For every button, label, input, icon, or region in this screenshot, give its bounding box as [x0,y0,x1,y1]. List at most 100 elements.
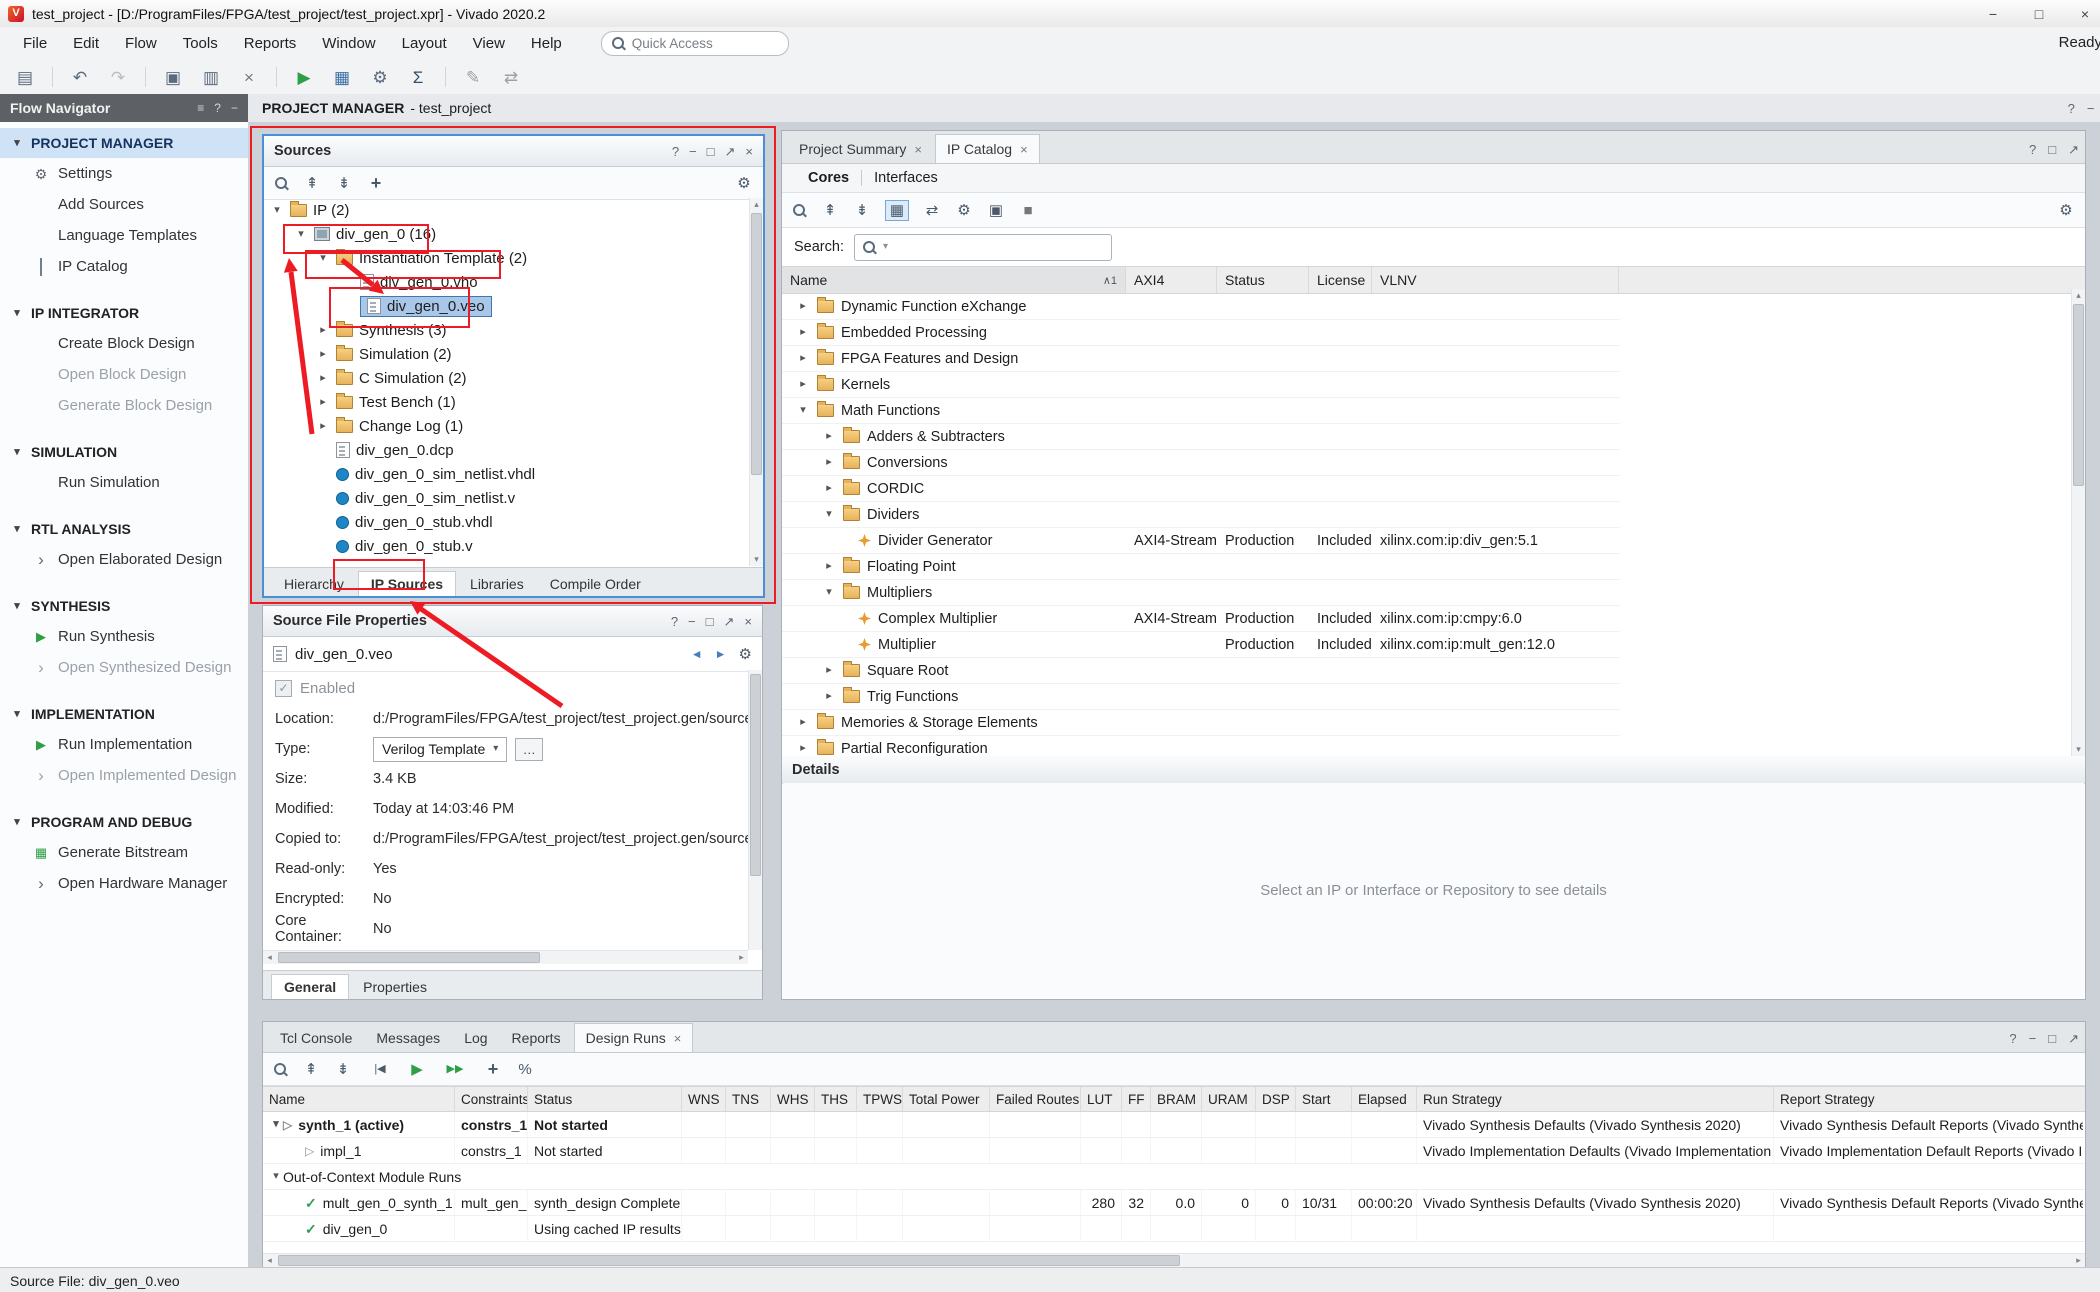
column-header-axi4[interactable]: AXI4 [1126,267,1217,293]
column-header-whs[interactable]: WHS [771,1087,815,1111]
properties-icon[interactable] [987,203,1005,218]
edit-icon[interactable] [462,69,484,86]
tree-item-c-simulation[interactable]: C Simulation (2) [264,366,749,390]
column-header-start[interactable]: Start [1296,1087,1352,1111]
tab-ip-sources[interactable]: IP Sources [358,571,456,596]
menu-edit[interactable]: Edit [60,30,112,57]
tree-item-div-gen-0-veo[interactable]: div_gen_0.veo [264,294,749,318]
sidebar-item-generate-block-design[interactable]: Generate Block Design [0,390,248,421]
tab-compile-order[interactable]: Compile Order [538,572,653,596]
chevron-down-icon[interactable] [294,229,308,240]
float-icon[interactable] [725,145,736,158]
chevron-down-icon[interactable] [822,509,836,520]
close-button[interactable] [2062,1,2100,27]
sidebar-item-add-sources[interactable]: Add Sources [0,189,248,220]
add-sources-icon[interactable] [367,174,385,192]
search-input[interactable] [854,234,1112,261]
run-icon[interactable] [293,69,315,86]
tab-project-summary[interactable]: Project Summary [788,135,933,163]
menu-reports[interactable]: Reports [231,30,310,57]
collapse-all-icon[interactable] [302,1062,320,1077]
save-project-icon[interactable] [14,69,36,86]
close-tab-icon[interactable] [914,143,922,156]
column-header-tns[interactable]: TNS [726,1087,771,1111]
chevron-right-icon[interactable] [316,373,330,384]
sidebar-item-open-elaborated-design[interactable]: Open Elaborated Design [0,544,248,575]
menu-file[interactable]: File [10,30,60,57]
chevron-right-icon[interactable] [796,301,810,312]
program-device-icon[interactable] [331,69,353,86]
minimize-icon[interactable] [689,145,697,158]
scrollbar-thumb[interactable] [751,213,762,475]
settings-gear-icon[interactable] [735,176,753,191]
sidebar-item-create-block-design[interactable]: Create Block Design [0,328,248,359]
tree-item-stub-vhdl[interactable]: div_gen_0_stub.vhdl [264,510,749,534]
delete-icon[interactable] [238,69,260,86]
chevron-right-icon[interactable] [32,875,50,892]
scroll-right-icon[interactable] [735,951,748,964]
report-summary-icon[interactable] [407,69,429,86]
minimize-icon[interactable] [688,615,696,628]
tree-item-stub-v[interactable]: div_gen_0_stub.v [264,534,749,558]
sidebar-item-run-implementation[interactable]: Run Implementation [0,729,248,760]
properties-panel-header[interactable]: Source File Properties [263,606,762,637]
sidebar-item-open-hardware-manager[interactable]: Open Hardware Manager [0,868,248,899]
redo-icon[interactable] [107,69,129,86]
maximize-icon[interactable] [2048,1032,2056,1045]
next-object-icon[interactable] [715,648,727,660]
ip-catalog-row-dynamic-function-exchange[interactable]: Dynamic Function eXchange [782,294,1620,320]
tree-item-div-gen-0-vho[interactable]: div_gen_0.vho [264,270,749,294]
chevron-right-icon[interactable] [316,421,330,432]
browse-type-button[interactable] [515,738,543,761]
ip-catalog-row-square-root[interactable]: Square Root [782,658,1620,684]
menu-layout[interactable]: Layout [389,30,460,57]
chevron-right-icon[interactable] [822,483,836,494]
ip-catalog-row-embedded-processing[interactable]: Embedded Processing [782,320,1620,346]
restore-default-view-icon[interactable] [923,203,941,218]
help-icon[interactable] [2009,1032,2016,1045]
minimize-button[interactable] [1970,1,2016,27]
float-icon[interactable] [724,615,735,628]
chevron-right-icon[interactable] [316,349,330,360]
close-icon[interactable] [744,615,752,628]
ip-catalog-row-multiplier[interactable]: Multiplier Production Included xilinx.co… [782,632,1620,658]
launch-run-icon[interactable] [408,1062,426,1077]
help-icon[interactable] [2068,102,2075,115]
collapse-all-icon[interactable] [303,176,321,191]
column-header-ths[interactable]: THS [815,1087,857,1111]
tab-hierarchy[interactable]: Hierarchy [272,572,356,596]
settings-gear-icon[interactable] [369,69,391,86]
chevron-right-icon[interactable] [32,767,50,784]
run-group-out-of-context[interactable]: Out-of-Context Module Runs [263,1164,2085,1190]
menu-window[interactable]: Window [309,30,388,57]
collapse-all-icon[interactable] [821,203,839,218]
tab-properties[interactable]: Properties [351,975,439,999]
column-header-total-power[interactable]: Total Power [903,1087,990,1111]
chevron-right-icon[interactable] [796,353,810,364]
tab-libraries[interactable]: Libraries [458,572,536,596]
launch-all-icon[interactable] [440,1064,470,1075]
horizontal-scrollbar[interactable] [263,950,748,964]
customize-icon[interactable] [955,203,973,218]
sidebar-item-ip-catalog[interactable]: IP Catalog [0,251,248,282]
ip-catalog-row-multipliers[interactable]: Multipliers [782,580,1620,606]
subtab-cores[interactable]: Cores [796,170,862,186]
maximize-icon[interactable] [2048,143,2056,156]
menu-help[interactable]: Help [518,30,575,57]
tree-item-instantiation-template[interactable]: Instantiation Template (2) [264,246,749,270]
reset-runs-icon[interactable] [366,1064,394,1075]
menu-view[interactable]: View [460,30,518,57]
close-tab-icon[interactable] [674,1032,682,1045]
column-header-bram[interactable]: BRAM [1151,1087,1202,1111]
tree-item-simulation[interactable]: Simulation (2) [264,342,749,366]
tree-item-div-gen-0[interactable]: div_gen_0 (16) [264,222,749,246]
scroll-up-icon[interactable] [750,198,763,211]
ip-catalog-row-kernels[interactable]: Kernels [782,372,1620,398]
minimize-panel-icon[interactable] [231,102,238,114]
sidebar-section-program-and-debug[interactable]: PROGRAM AND DEBUG [0,807,248,837]
undo-icon[interactable] [69,69,91,86]
help-icon[interactable] [2029,143,2036,156]
chevron-right-icon[interactable] [822,691,836,702]
chevron-right-icon[interactable] [822,431,836,442]
column-header-failed-routes[interactable]: Failed Routes [990,1087,1081,1111]
